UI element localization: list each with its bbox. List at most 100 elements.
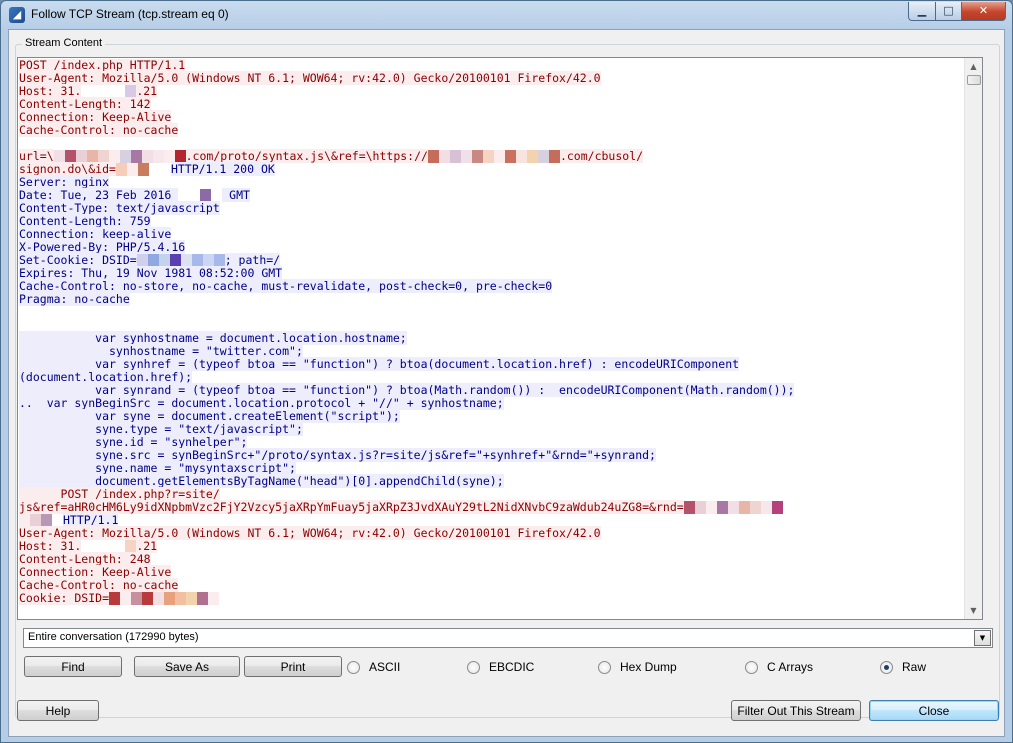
server-text: ; path=/: [224, 253, 281, 267]
radio-circle-icon[interactable]: [880, 660, 893, 674]
server-text: .. var synBeginSrc = document.location.p…: [19, 396, 504, 410]
radio-label: C Arrays: [767, 660, 814, 674]
radio-circle-icon[interactable]: [598, 660, 611, 674]
server-text: syne.src = synBeginSrc+"/proto/syntax.js…: [19, 448, 656, 462]
redacted-block: [727, 501, 739, 514]
server-text: Connection: keep-alive: [19, 227, 172, 241]
server-text: Content-Type: text/javascript: [19, 201, 220, 215]
radio-ascii[interactable]: ASCII: [347, 660, 400, 674]
redacted-block: [493, 150, 505, 163]
print-button[interactable]: Print: [244, 656, 342, 677]
vertical-scrollbar[interactable]: ▲ ▼: [964, 58, 982, 619]
maximize-button[interactable]: □: [936, 2, 962, 21]
redacted-block: [208, 592, 220, 605]
client-text: url=\: [19, 149, 54, 163]
redacted-block: [141, 150, 153, 163]
find-button[interactable]: Find: [24, 656, 122, 677]
server-text: Set-Cookie: DSID=: [19, 253, 137, 267]
radio-raw[interactable]: Raw: [880, 660, 926, 674]
client-text: User-Agent: Mozilla/5.0 (Windows NT 6.1;…: [19, 526, 601, 540]
radio-label: Raw: [902, 660, 927, 674]
client-text: Content-Length: 142: [19, 97, 151, 111]
stream-line: Cache-Control: no-cache: [19, 123, 965, 137]
redacted-block: [460, 150, 472, 163]
title-bar[interactable]: ◢ Follow TCP Stream (tcp.stream eq 0) ▁ …: [1, 1, 1012, 29]
server-text: var synrand = (typeof btoa == "function"…: [19, 383, 795, 397]
stream-line: [19, 137, 965, 150]
client-text: Content-Length: 248: [19, 552, 151, 566]
filter-out-stream-button[interactable]: Filter Out This Stream: [731, 700, 861, 721]
print-button-label: Print: [280, 660, 306, 674]
redacted-block: [159, 163, 171, 176]
group-label: Stream Content: [22, 37, 106, 49]
stream-line: X-Powered-By: PHP/5.4.16: [19, 240, 965, 254]
redacted-block: [131, 592, 143, 605]
conversation-select-value: Entire conversation (172990 bytes): [28, 631, 199, 643]
radio-c-arrays[interactable]: C Arrays: [745, 660, 813, 674]
window-controls: ▁ □ ✕: [908, 2, 1006, 21]
redacted-block: [119, 150, 131, 163]
redacted-block: [716, 501, 728, 514]
radio-ebcdic[interactable]: EBCDIC: [467, 660, 534, 674]
close-button[interactable]: Close: [869, 700, 999, 721]
redacted-block: [152, 150, 164, 163]
server-text: HTTP/1.1 200 OK: [170, 162, 275, 176]
client-text: .21: [136, 84, 158, 98]
redacted-block: [142, 592, 154, 605]
chevron-down-icon[interactable]: ▼: [974, 630, 991, 646]
redacted-block: [705, 501, 717, 514]
client-text: .com/cbusol/: [559, 149, 644, 163]
close-window-button[interactable]: ✕: [962, 2, 1006, 21]
redacted-block: [164, 592, 176, 605]
scroll-down-arrow-icon[interactable]: ▼: [965, 602, 982, 619]
server-text: Pragma: no-cache: [19, 292, 130, 306]
stream-line: js&ref=aHR0cHM6Ly9idXNpbmVzc2FjY2Vzcy5ja…: [19, 500, 965, 514]
redacted-block: [126, 163, 138, 176]
client-text: Host: 31.: [19, 539, 82, 553]
scroll-thumb[interactable]: [967, 75, 981, 85]
redacted-block: [760, 501, 772, 514]
redacted-block: [771, 501, 783, 514]
redacted-block: [694, 501, 706, 514]
stream-line: Pragma: no-cache: [19, 292, 965, 306]
client-text: .com/proto/syntax.js\&ref=\https://: [185, 149, 428, 163]
stream-line: url=\ .com/proto/syntax.js\&ref=\https://…: [19, 149, 965, 163]
radio-circle-icon[interactable]: [745, 660, 758, 674]
find-button-label: Find: [61, 660, 85, 674]
filter-out-button-label: Filter Out This Stream: [737, 704, 855, 718]
stream-line: User-Agent: Mozilla/5.0 (Windows NT 6.1;…: [19, 71, 965, 85]
minimize-button[interactable]: ▁: [908, 2, 936, 21]
scroll-up-arrow-icon[interactable]: ▲: [965, 58, 982, 75]
client-text: Cache-Control: no-cache: [19, 578, 179, 592]
radio-circle-icon[interactable]: [347, 660, 360, 674]
stream-line: Cache-Control: no-cache: [19, 578, 965, 592]
radio-label: EBCDIC: [489, 660, 535, 674]
follow-tcp-stream-window: ◢ Follow TCP Stream (tcp.stream eq 0) ▁ …: [0, 0, 1013, 743]
client-text: js&ref=aHR0cHM6Ly9idXNpbmVzc2FjY2Vzcy5ja…: [19, 500, 684, 514]
redacted-block: [137, 163, 149, 176]
stream-content[interactable]: POST /index.php HTTP/1.1 User-Agent: Mozi…: [19, 59, 965, 618]
server-text: X-Powered-By: PHP/5.4.16: [19, 240, 186, 254]
server-text: document.getElementsByTagName("head")[0]…: [19, 474, 504, 488]
radio-label: Hex Dump: [620, 660, 677, 674]
save-as-button[interactable]: Save As: [134, 656, 240, 677]
redacted-block: [683, 501, 695, 514]
window-title: Follow TCP Stream (tcp.stream eq 0): [31, 7, 229, 21]
radio-circle-icon[interactable]: [467, 660, 480, 674]
server-text: Cache-Control: no-store, no-cache, must-…: [19, 279, 553, 293]
help-button[interactable]: Help: [17, 700, 99, 721]
redacted-block: [197, 592, 209, 605]
redacted-block: [548, 150, 560, 163]
stream-line: Host: 31. .21: [19, 539, 965, 553]
server-text: (document.location.href);: [19, 370, 193, 384]
client-text: Connection: Keep-Alive: [19, 110, 172, 124]
radio-hex-dump[interactable]: Hex Dump: [598, 660, 677, 674]
conversation-select[interactable]: Entire conversation (172990 bytes) ▼: [23, 628, 993, 648]
redacted-block: [153, 592, 165, 605]
stream-text-area[interactable]: POST /index.php HTTP/1.1 User-Agent: Mozi…: [17, 57, 983, 620]
server-text: synhostname = "twitter.com";: [19, 344, 303, 358]
close-button-label: Close: [918, 704, 950, 718]
server-text: Content-Length: 759: [19, 214, 151, 228]
client-text: Cache-Control: no-cache: [19, 123, 179, 137]
client-text: Host: 31.: [19, 84, 82, 98]
